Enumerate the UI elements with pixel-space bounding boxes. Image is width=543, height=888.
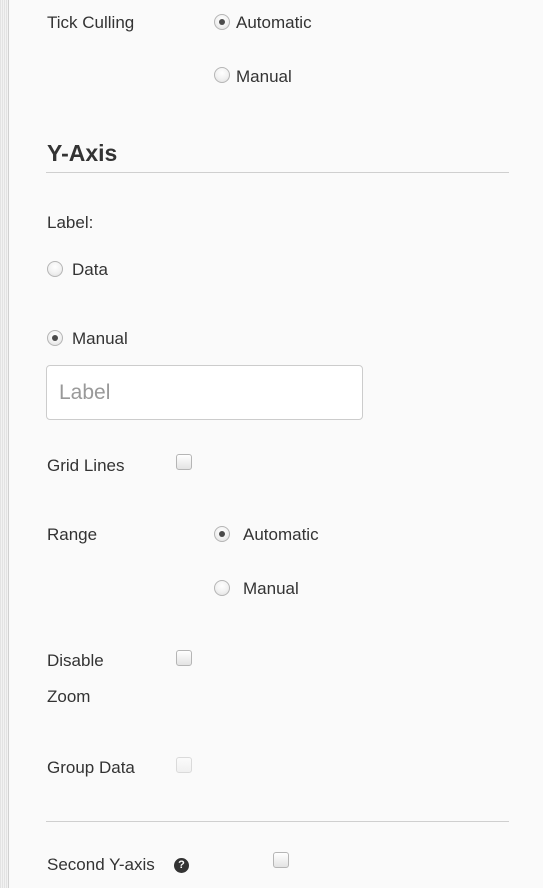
tick-culling-manual-radio[interactable] xyxy=(214,67,230,83)
disable-zoom-label-line2: Zoom xyxy=(47,687,91,706)
grid-lines-label: Grid Lines xyxy=(47,456,125,475)
radio-selected-dot xyxy=(219,19,225,25)
disable-zoom-label-line1: Disable xyxy=(47,651,104,670)
range-automatic-label[interactable]: Automatic xyxy=(243,525,319,545)
radio-selected-dot xyxy=(52,335,58,341)
second-y-axis-checkbox[interactable] xyxy=(273,852,289,868)
label-data-option-label[interactable]: Data xyxy=(72,260,108,280)
label-manual-radio[interactable] xyxy=(47,330,63,346)
group-data-label: Group Data xyxy=(47,758,135,777)
label-section-label: Label: xyxy=(47,213,94,232)
y-axis-divider xyxy=(46,172,509,173)
label-input[interactable] xyxy=(46,365,363,420)
radio-selected-dot xyxy=(219,531,225,537)
disable-zoom-checkbox[interactable] xyxy=(176,650,192,666)
panel-left-border xyxy=(0,0,9,888)
tick-culling-automatic-radio[interactable] xyxy=(214,14,230,30)
grid-lines-checkbox[interactable] xyxy=(176,454,192,470)
group-data-checkbox xyxy=(176,757,192,773)
range-manual-label[interactable]: Manual xyxy=(243,579,299,599)
label-manual-option-label[interactable]: Manual xyxy=(72,329,128,349)
y-axis-heading: Y-Axis xyxy=(47,140,118,166)
range-automatic-radio[interactable] xyxy=(214,526,230,542)
tick-culling-automatic-label[interactable]: Automatic xyxy=(236,13,312,33)
tick-culling-manual-label[interactable]: Manual xyxy=(236,67,292,87)
tick-culling-label: Tick Culling xyxy=(47,13,135,32)
range-label: Range xyxy=(47,525,98,544)
section-divider xyxy=(46,821,509,822)
range-manual-radio[interactable] xyxy=(214,580,230,596)
second-y-axis-label: Second Y-axis xyxy=(47,855,155,874)
label-data-radio[interactable] xyxy=(47,261,63,277)
question-circle-icon[interactable]: ? xyxy=(174,858,189,873)
